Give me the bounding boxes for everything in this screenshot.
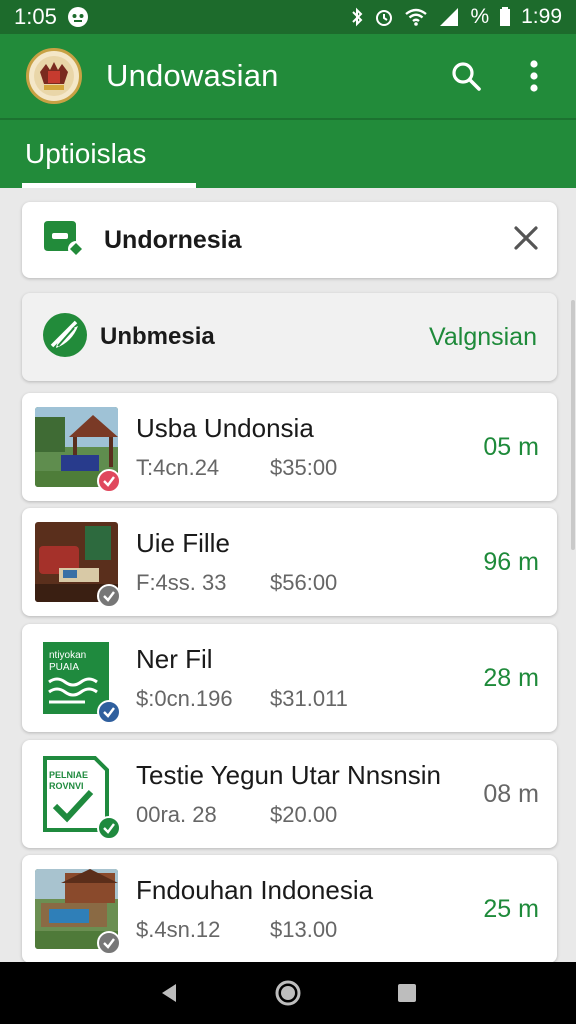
- check-badge-icon: [97, 469, 121, 493]
- thumb-caption: PUAIA: [49, 662, 79, 673]
- tab-uptioislas[interactable]: Uptioislas: [22, 120, 196, 188]
- item-distance: 25 m: [483, 894, 539, 923]
- item-distance: 08 m: [483, 779, 539, 808]
- item-price: $31.011: [270, 686, 348, 711]
- recents-square-icon: [397, 984, 416, 1002]
- item-thumbnail: PELNIAE ROVNVI: [35, 754, 121, 840]
- list-item[interactable]: Uie Fille F:4ss. 33 $56:00 96 m: [22, 508, 557, 616]
- item-code: T:4cn.24: [136, 455, 220, 480]
- check-badge-icon: [97, 816, 121, 840]
- item-price: $13.00: [270, 917, 338, 942]
- item-code: 00ra. 28: [136, 802, 217, 827]
- item-title: Fndouhan Indonesia: [136, 875, 374, 905]
- filter-action-link[interactable]: Valgnsian: [429, 323, 537, 352]
- list-item[interactable]: Usba Undonsia T:4cn.24 $35:00 05 m: [22, 393, 557, 501]
- alarm-icon: [374, 7, 394, 27]
- list-item[interactable]: ntiyokan PUAIA Ner Fil $:0cn.196 $31.011…: [22, 624, 557, 732]
- item-distance: 05 m: [483, 432, 539, 461]
- item-code: $:0cn.196: [136, 686, 233, 711]
- status-right-time: 1:99: [521, 5, 562, 28]
- check-badge-icon: [97, 700, 121, 724]
- app-title: Undowasian: [106, 58, 279, 93]
- item-code: F:4ss. 33: [136, 570, 227, 595]
- item-price: $56:00: [270, 570, 338, 595]
- tab-indicator: [22, 183, 196, 188]
- item-code: $.4sn.12: [136, 917, 221, 942]
- search-button[interactable]: [446, 54, 486, 98]
- item-thumbnail: ntiyokan PUAIA: [35, 638, 121, 724]
- item-title: Uie Fille: [136, 528, 230, 558]
- item-title: Ner Fil: [136, 644, 213, 674]
- thumb-caption: ROVNVI: [49, 781, 84, 791]
- filter-card: Unbmesia Valgnsian: [22, 293, 557, 381]
- scrollbar[interactable]: [571, 300, 575, 550]
- leaf-icon: [42, 312, 88, 363]
- item-distance: 28 m: [483, 663, 539, 692]
- item-title: Testie Yegun Utar Nnsnsin: [136, 760, 441, 790]
- home-circle-icon: [275, 980, 301, 1006]
- search-chip-card[interactable]: Undornesia: [22, 202, 557, 278]
- overflow-menu-button[interactable]: [514, 54, 554, 98]
- item-thumbnail: [35, 407, 121, 493]
- more-vertical-icon: [530, 60, 538, 92]
- notification-icon: [67, 6, 89, 28]
- wifi-icon: [404, 7, 428, 27]
- close-icon: [514, 225, 538, 250]
- battery-percent: %: [470, 5, 490, 28]
- back-button[interactable]: [149, 973, 189, 1013]
- item-distance: 96 m: [483, 547, 539, 576]
- check-badge-icon: [97, 584, 121, 608]
- filter-label: Unbmesia: [100, 323, 215, 350]
- close-button[interactable]: [513, 225, 539, 256]
- item-thumbnail: [35, 869, 121, 955]
- back-triangle-icon: [162, 984, 177, 1002]
- status-bar: 1:05 % 1:99: [0, 0, 576, 34]
- item-thumbnail: [35, 522, 121, 608]
- app-bar: Undowasian: [0, 34, 576, 120]
- battery-icon: [499, 7, 511, 27]
- search-chip-label: Undornesia: [104, 225, 242, 254]
- system-nav-bar: [0, 962, 576, 1024]
- thumb-caption: ntiyokan: [49, 650, 86, 661]
- recents-button[interactable]: [387, 973, 427, 1013]
- status-time: 1:05: [14, 4, 57, 29]
- ticket-icon: [40, 217, 86, 264]
- item-price: $20.00: [270, 802, 338, 827]
- list-item[interactable]: PELNIAE ROVNVI Testie Yegun Utar Nnsnsin…: [22, 740, 557, 848]
- bluetooth-icon: [350, 6, 364, 28]
- item-title: Usba Undonsia: [136, 413, 314, 443]
- list-item[interactable]: Fndouhan Indonesia $.4sn.12 $13.00 25 m: [22, 855, 557, 963]
- tab-bar: Uptioislas: [0, 120, 576, 188]
- thumb-caption: PELNIAE: [49, 770, 88, 780]
- home-button[interactable]: [268, 973, 308, 1013]
- check-badge-icon: [97, 931, 121, 955]
- item-price: $35:00: [270, 455, 338, 480]
- app-logo: [26, 48, 82, 104]
- search-icon: [452, 62, 481, 91]
- signal-icon: [438, 7, 460, 27]
